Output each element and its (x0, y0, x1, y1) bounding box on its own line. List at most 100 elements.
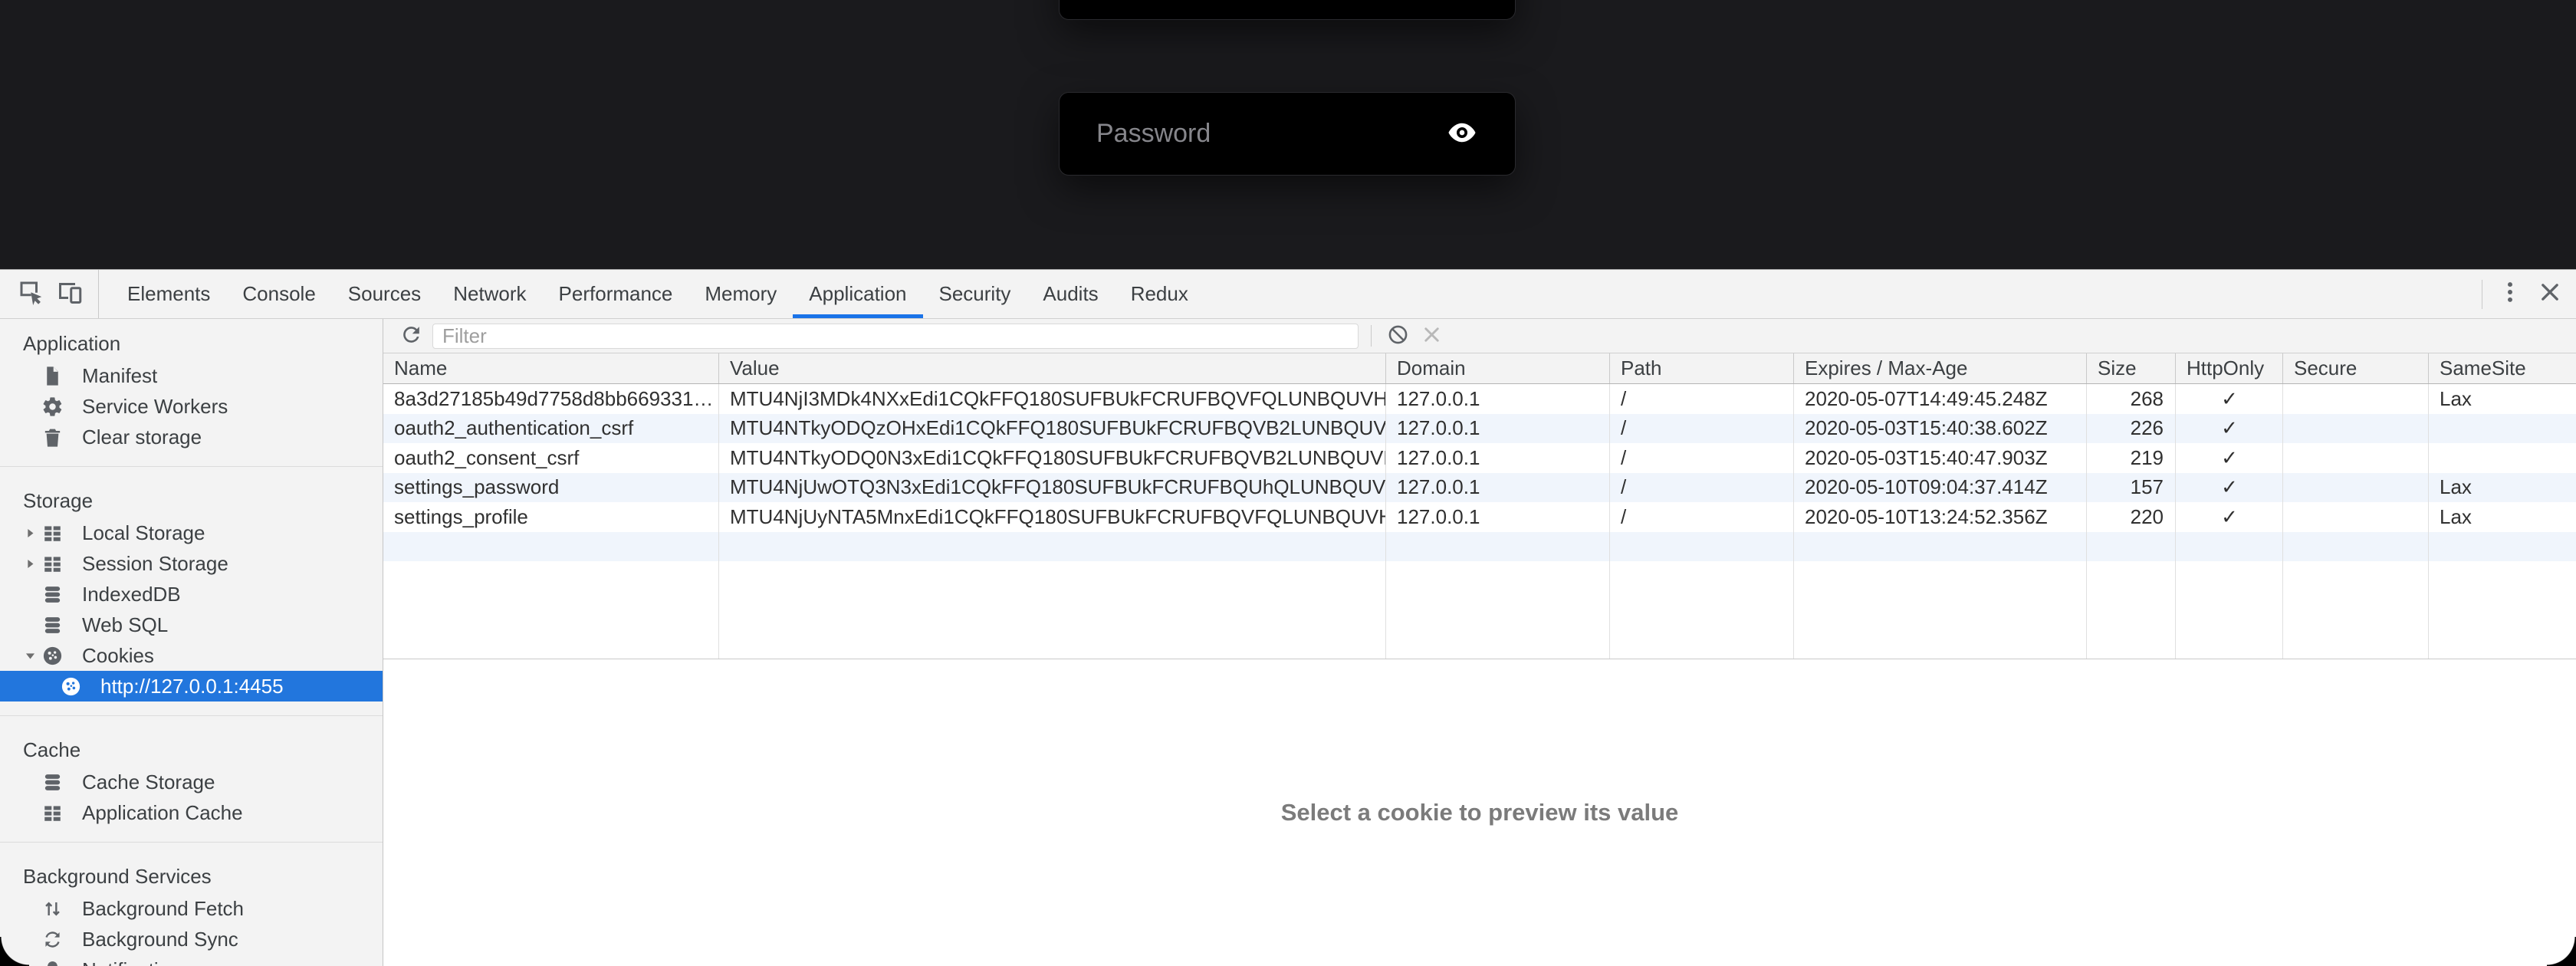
cookie-row-settings-password[interactable]: settings_passwordMTU4NjUwOTQ3N3xEdi1CQkF… (383, 473, 2576, 503)
sidebar-item-label: Clear storage (82, 426, 202, 449)
sync-icon (41, 928, 64, 951)
devtools-close-button[interactable] (2530, 274, 2570, 314)
cookie-row-settings-profile[interactable]: settings_profileMTU4NjUyNTA5MnxEdi1CQkFF… (383, 502, 2576, 532)
text-field-top[interactable] (1060, 0, 1515, 19)
cookie-preview-message: Select a cookie to preview its value (1281, 799, 1679, 826)
sidebar-item-label: Session Storage (82, 552, 228, 576)
tab-console[interactable]: Console (226, 270, 331, 318)
cell-size: 157 (2087, 475, 2176, 499)
cookie-table-header: NameValueDomainPathExpires / Max-AgeSize… (383, 353, 2576, 384)
column-header-samesite[interactable]: SameSite (2429, 353, 2576, 383)
cell-domain: 127.0.0.1 (1386, 505, 1610, 529)
cell-httponly: ✓ (2176, 475, 2283, 499)
column-header-domain[interactable]: Domain (1386, 353, 1610, 383)
cookie-row-oauth2-authentication-csrf[interactable]: oauth2_authentication_csrfMTU4NTkyODQzOH… (383, 414, 2576, 444)
cell-samesite: Lax (2429, 505, 2576, 529)
column-header-httponly[interactable]: HttpOnly (2176, 353, 2283, 383)
tab-elements[interactable]: Elements (111, 270, 226, 318)
devtools-toolbar-right (2482, 270, 2576, 318)
block-icon (1386, 323, 1410, 349)
sidebar-item-label: http://127.0.0.1:4455 (100, 675, 284, 698)
column-header-size[interactable]: Size (2087, 353, 2176, 383)
sidebar-item-label: Service Workers (82, 395, 228, 419)
sidebar-item-session-storage[interactable]: Session Storage (0, 548, 383, 579)
tab-network[interactable]: Network (437, 270, 542, 318)
close-icon (2537, 279, 2563, 309)
tab-performance[interactable]: Performance (543, 270, 689, 318)
inspect-icon (17, 278, 44, 310)
sidebar-item-label: Notifications (82, 958, 191, 966)
column-header-path[interactable]: Path (1610, 353, 1794, 383)
cell-httponly: ✓ (2176, 387, 2283, 411)
refresh-button[interactable] (394, 319, 428, 353)
sidebar-item-indexeddb[interactable]: IndexedDB (0, 579, 383, 610)
sidebar-item-label: IndexedDB (82, 583, 181, 606)
sidebar-item-label: Application Cache (82, 801, 243, 825)
devtools-toolbar-left (0, 270, 99, 318)
sidebar-item-service-workers[interactable]: Service Workers (0, 391, 383, 422)
cookie-icon (41, 645, 64, 667)
application-sidebar: ApplicationManifestService WorkersClear … (0, 319, 383, 966)
document-icon (41, 365, 64, 387)
sidebar-item-background-sync[interactable]: Background Sync (0, 924, 383, 955)
inspect-element-button[interactable] (11, 274, 51, 314)
cell-value: MTU4NTkyODQzOHxEdi1CQkFFQ180SUFBUkFCRUFB… (719, 416, 1386, 440)
tab-memory[interactable]: Memory (688, 270, 793, 318)
chevron-right-icon[interactable] (18, 557, 41, 571)
column-header-name[interactable]: Name (383, 353, 719, 383)
device-toolbar-button[interactable] (51, 274, 90, 314)
sidebar-item-label: Cache Storage (82, 770, 215, 794)
sidebar-item-local-storage[interactable]: Local Storage (0, 518, 383, 548)
cell-path: / (1610, 446, 1794, 470)
tab-application[interactable]: Application (793, 270, 922, 318)
cell-name: settings_password (383, 475, 719, 499)
sidebar-item-manifest[interactable]: Manifest (0, 360, 383, 391)
sidebar-section-application: ApplicationManifestService WorkersClear … (0, 327, 383, 452)
cell-value: MTU4NjUyNTA5MnxEdi1CQkFFQ180SUFBUkFCRUFB… (719, 505, 1386, 529)
sidebar-item-background-fetch[interactable]: Background Fetch (0, 893, 383, 924)
cell-httponly: ✓ (2176, 446, 2283, 470)
cell-expires: 2020-05-10T09:04:37.414Z (1794, 475, 2087, 499)
tab-sources[interactable]: Sources (332, 270, 437, 318)
tab-redux[interactable]: Redux (1115, 270, 1204, 318)
chevron-right-icon[interactable] (18, 526, 41, 540)
tab-audits[interactable]: Audits (1027, 270, 1114, 318)
toggle-password-visibility-button[interactable] (1446, 93, 1515, 175)
clear-all-cookies-button[interactable] (1381, 319, 1414, 353)
column-header-secure[interactable]: Secure (2283, 353, 2429, 383)
password-input[interactable] (1060, 93, 1446, 175)
cell-path: / (1610, 475, 1794, 499)
sidebar-item-application-cache[interactable]: Application Cache (0, 797, 383, 828)
sidebar-item-web-sql[interactable]: Web SQL (0, 610, 383, 640)
column-header-value[interactable]: Value (719, 353, 1386, 383)
cookie-row-8a3d27185b49d7758d8bb669331[interactable]: 8a3d27185b49d7758d8bb669331…MTU4NjI3MDk4… (383, 384, 2576, 414)
tab-security[interactable]: Security (923, 270, 1027, 318)
table-icon (41, 522, 64, 544)
screen: ElementsConsoleSourcesNetworkPerformance… (0, 0, 2576, 966)
sidebar-section-storage: StorageLocal StorageSession StorageIndex… (0, 466, 383, 702)
sidebar-item-clear-storage[interactable]: Clear storage (0, 422, 383, 452)
gear-icon (41, 396, 64, 418)
clear-x-icon (1420, 323, 1444, 349)
sidebar-item-label: Background Sync (82, 928, 238, 951)
cookie-filter-input[interactable] (432, 324, 1359, 349)
cell-size: 268 (2087, 387, 2176, 411)
sidebar-item-label: Cookies (82, 644, 154, 668)
devtools-menu-button[interactable] (2490, 274, 2530, 314)
toolbar-divider (1371, 325, 1372, 347)
bell-icon (41, 959, 64, 966)
kebab-menu-icon (2497, 279, 2523, 309)
empty-row[interactable] (383, 532, 2576, 562)
sidebar-item-cookies[interactable]: Cookies (0, 640, 383, 671)
sidebar-item-cache-storage[interactable]: Cache Storage (0, 767, 383, 797)
cookie-row-oauth2-consent-csrf[interactable]: oauth2_consent_csrfMTU4NTkyODQ0N3xEdi1CQ… (383, 443, 2576, 473)
column-header-expires-max-age[interactable]: Expires / Max-Age (1794, 353, 2087, 383)
chevron-down-icon[interactable] (18, 649, 41, 663)
refresh-icon (399, 323, 423, 349)
cookies-toolbar (383, 319, 2576, 353)
sidebar-item-notifications[interactable]: Notifications (0, 955, 383, 966)
sidebar-item-http-127-0-0-1-4455[interactable]: http://127.0.0.1:4455 (0, 671, 383, 702)
delete-selected-button[interactable] (1414, 319, 1448, 353)
cell-path: / (1610, 387, 1794, 411)
cookies-panel: NameValueDomainPathExpires / Max-AgeSize… (383, 319, 2576, 966)
